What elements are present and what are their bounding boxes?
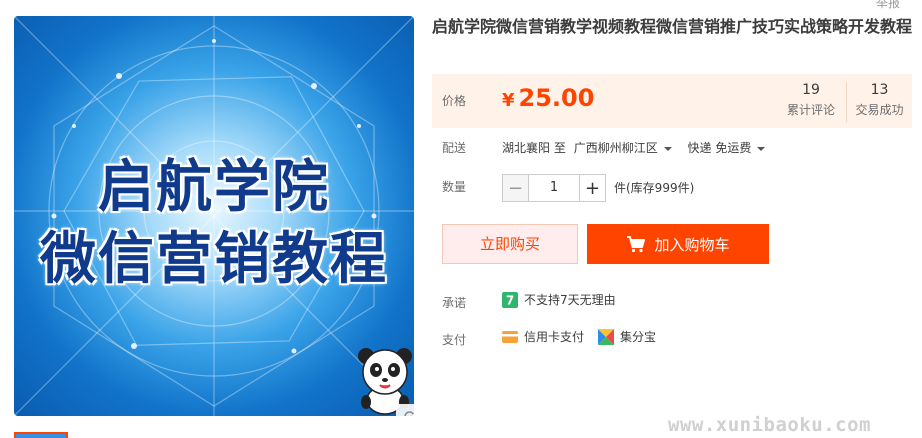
price-value: ¥25.00 bbox=[502, 84, 594, 112]
image-title-line1: 启航学院 bbox=[98, 155, 330, 220]
quantity-increase-button[interactable]: + bbox=[579, 175, 605, 201]
thumbnail-selected[interactable] bbox=[14, 432, 68, 438]
product-main-image[interactable]: 启航学院 微信营销教程 bbox=[14, 16, 414, 416]
shipping-method-text: 快递 免运费 bbox=[687, 141, 752, 155]
payment-label: 支付 bbox=[442, 333, 467, 347]
shipping-method-selector[interactable]: 快递 免运费 bbox=[688, 141, 766, 155]
credit-card-pay[interactable]: 信用卡支付 bbox=[524, 328, 584, 345]
watermark: www.xunibaoku.com bbox=[668, 414, 871, 436]
zoom-button[interactable] bbox=[396, 404, 414, 416]
deals-count-stat: 13 交易成功 bbox=[846, 82, 912, 122]
review-count-stat[interactable]: 19 累计评论 bbox=[778, 82, 844, 118]
price-label: 价格 bbox=[442, 94, 467, 108]
credit-card-icon bbox=[502, 330, 518, 343]
review-count: 19 bbox=[802, 82, 820, 98]
cart-icon bbox=[627, 236, 646, 253]
deals-count-label: 交易成功 bbox=[855, 103, 904, 117]
promise-value[interactable]: 7 不支持7天无理由 bbox=[502, 291, 616, 308]
jifenbao-pay[interactable]: 集分宝 bbox=[620, 328, 656, 345]
product-detail-page: 举报 启航学院 微信营销教程 启航学院微信营销教学视频教程微信营销推广技巧实战策… bbox=[0, 0, 922, 438]
add-to-cart-label: 加入购物车 bbox=[654, 235, 730, 254]
payment-methods: 信用卡支付 集分宝 bbox=[502, 328, 656, 345]
destination-text: 广西柳州柳江区 bbox=[573, 141, 658, 155]
quantity-input[interactable]: 1 bbox=[529, 175, 579, 201]
zoom-icon bbox=[404, 411, 414, 416]
ship-to-word: 至 bbox=[553, 141, 566, 155]
quantity-label: 数量 bbox=[442, 180, 467, 194]
deals-count: 13 bbox=[870, 82, 889, 98]
report-link[interactable]: 举报 bbox=[876, 0, 900, 11]
currency-symbol: ¥ bbox=[502, 90, 515, 111]
quantity-decrease-button[interactable]: − bbox=[503, 175, 529, 201]
seven-day-badge-icon: 7 bbox=[502, 291, 518, 308]
ship-from: 湖北襄阳 bbox=[502, 141, 551, 155]
stock-text: 件(库存999件) bbox=[614, 181, 695, 195]
product-title: 启航学院微信营销教学视频教程微信营销推广技巧实战策略开发教程 bbox=[432, 17, 913, 36]
shipping-value: 湖北襄阳 至 广西柳州柳江区 快递 免运费 bbox=[502, 139, 766, 156]
destination-selector[interactable]: 广西柳州柳江区 bbox=[574, 141, 676, 155]
shipping-label: 配送 bbox=[442, 141, 467, 155]
quantity-stepper: − 1 + bbox=[502, 174, 606, 202]
add-to-cart-button[interactable]: 加入购物车 bbox=[587, 224, 769, 264]
promise-text: 不支持7天无理由 bbox=[524, 293, 616, 307]
review-count-label: 累计评论 bbox=[786, 103, 835, 117]
image-title-line2: 微信营销教程 bbox=[40, 227, 388, 292]
buy-now-button[interactable]: 立即购买 bbox=[442, 224, 578, 264]
price-number: 25.00 bbox=[518, 84, 595, 112]
price-panel: 价格 ¥25.00 19 累计评论 13 交易成功 bbox=[432, 74, 912, 128]
chevron-down-icon bbox=[663, 146, 672, 151]
chevron-down-icon bbox=[757, 146, 766, 151]
svg-text:7: 7 bbox=[506, 293, 514, 307]
jifenbao-icon bbox=[598, 328, 615, 345]
promise-label: 承诺 bbox=[442, 296, 467, 310]
